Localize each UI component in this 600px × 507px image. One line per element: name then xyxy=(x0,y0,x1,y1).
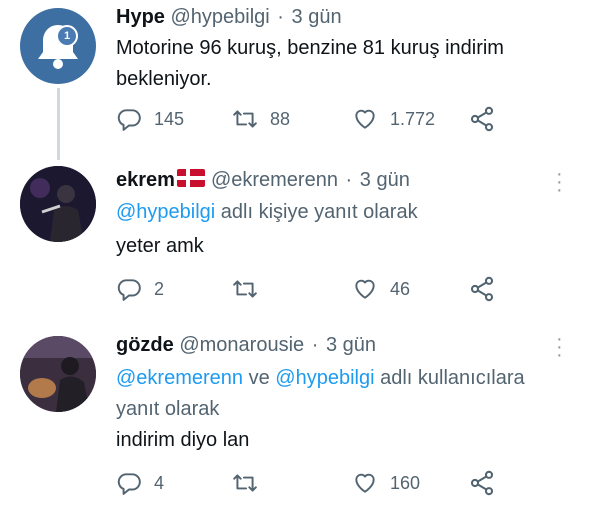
tweet-gozde[interactable]: gözde @monarousie · 3 gün · · · @ekremeren… xyxy=(0,325,600,507)
tweet-text: indirim diyo lan xyxy=(116,429,250,451)
like-count: 46 xyxy=(390,278,411,299)
reply-context-text: adlı kişiye yanıt olarak xyxy=(215,201,418,223)
tweet-actions: 2 46 xyxy=(116,274,516,304)
thread-line xyxy=(57,88,60,160)
tweet-actions: 145 88 1.772 xyxy=(116,104,516,134)
bell-icon xyxy=(38,25,78,69)
retweet-icon xyxy=(233,280,257,298)
reply-count: 2 xyxy=(154,278,165,299)
timestamp[interactable]: 3 gün xyxy=(360,169,410,191)
like-count: 160 xyxy=(390,472,421,493)
avatar-gozde[interactable] xyxy=(20,336,96,412)
avatar-ekrem[interactable] xyxy=(20,166,96,242)
share-icon xyxy=(470,106,494,132)
like-button[interactable]: 46 xyxy=(352,274,410,304)
display-name[interactable]: gözde xyxy=(116,334,174,356)
reply-context: @ekremerenn ve @hypebilgi adlı kullanıcı… xyxy=(116,363,525,425)
like-icon xyxy=(355,473,375,493)
timestamp[interactable]: 3 gün xyxy=(326,334,376,356)
tweet-hype[interactable]: 1 Hype @hypebilgi · 3 gün Motorine 96 ku… xyxy=(0,0,600,160)
share-button[interactable] xyxy=(468,104,508,134)
reply-count: 145 xyxy=(154,108,185,129)
user-handle[interactable]: @monarousie xyxy=(179,334,304,356)
mention-link[interactable]: @hypebilgi xyxy=(116,201,215,223)
avatar-hype[interactable] xyxy=(20,8,96,84)
reply-icon xyxy=(117,279,141,301)
user-handle[interactable]: @hypebilgi xyxy=(170,6,269,28)
separator-dot: · xyxy=(345,169,353,191)
user-handle[interactable]: @ekremerenn xyxy=(211,169,338,191)
tweet-actions: 4 160 xyxy=(116,468,516,498)
reply-button[interactable]: 145 xyxy=(116,104,184,134)
more-icon[interactable]: · · · xyxy=(556,164,563,200)
reply-context-text: yanıt olarak xyxy=(116,398,220,420)
separator-dot: · xyxy=(311,334,319,356)
avatar-photo xyxy=(20,166,96,242)
reply-context: @hypebilgi adlı kişiye yanıt olarak xyxy=(116,197,418,228)
display-name[interactable]: ekrem xyxy=(116,169,175,191)
reply-icon xyxy=(117,109,141,131)
retweet-button[interactable]: 88 xyxy=(232,104,290,134)
retweet-button[interactable] xyxy=(232,468,270,498)
reply-icon xyxy=(117,473,141,495)
tweet-text-line: bekleniyor. xyxy=(116,68,212,90)
retweet-count: 88 xyxy=(270,108,291,129)
notification-badge: 1 xyxy=(56,25,78,47)
reply-button[interactable]: 4 xyxy=(116,468,164,498)
reply-context-text: adlı kullanıcılara xyxy=(374,367,525,389)
denmark-flag-icon xyxy=(176,169,205,187)
tweet-text-line: Motorine 96 kuruş, benzine 81 kuruş indi… xyxy=(116,37,504,59)
share-icon xyxy=(470,470,494,496)
timestamp[interactable]: 3 gün xyxy=(292,6,342,28)
reply-context-text: ve xyxy=(243,367,276,389)
retweet-button[interactable] xyxy=(232,274,270,304)
share-button[interactable] xyxy=(468,274,508,304)
display-name[interactable]: Hype xyxy=(116,6,165,28)
retweet-icon xyxy=(233,474,257,492)
mention-link[interactable]: @hypebilgi xyxy=(275,367,374,389)
reply-count: 4 xyxy=(154,472,165,493)
separator-dot: · xyxy=(277,6,284,28)
avatar-photo xyxy=(20,336,96,412)
tweet-header: gözde @monarousie · 3 gün xyxy=(116,334,376,357)
tweet-header: ekrem @ekremerenn · 3 gün xyxy=(116,169,410,192)
like-button[interactable]: 160 xyxy=(352,468,420,498)
like-icon xyxy=(355,109,375,129)
share-button[interactable] xyxy=(468,468,508,498)
like-count: 1.772 xyxy=(390,108,436,129)
more-icon[interactable]: · · · xyxy=(556,329,563,365)
like-icon xyxy=(355,279,375,299)
share-icon xyxy=(470,276,494,302)
tweet-ekrem[interactable]: ekrem @ekremerenn · 3 gün · · · @hypebilgi … xyxy=(0,160,600,325)
tweet-text: Motorine 96 kuruş, benzine 81 kuruş indi… xyxy=(116,33,504,95)
mention-link[interactable]: @ekremerenn xyxy=(116,367,243,389)
reply-button[interactable]: 2 xyxy=(116,274,164,304)
retweet-icon xyxy=(233,110,257,128)
like-button[interactable]: 1.772 xyxy=(352,104,435,134)
tweet-text: yeter amk xyxy=(116,235,204,257)
tweet-header: Hype @hypebilgi · 3 gün xyxy=(116,6,342,29)
